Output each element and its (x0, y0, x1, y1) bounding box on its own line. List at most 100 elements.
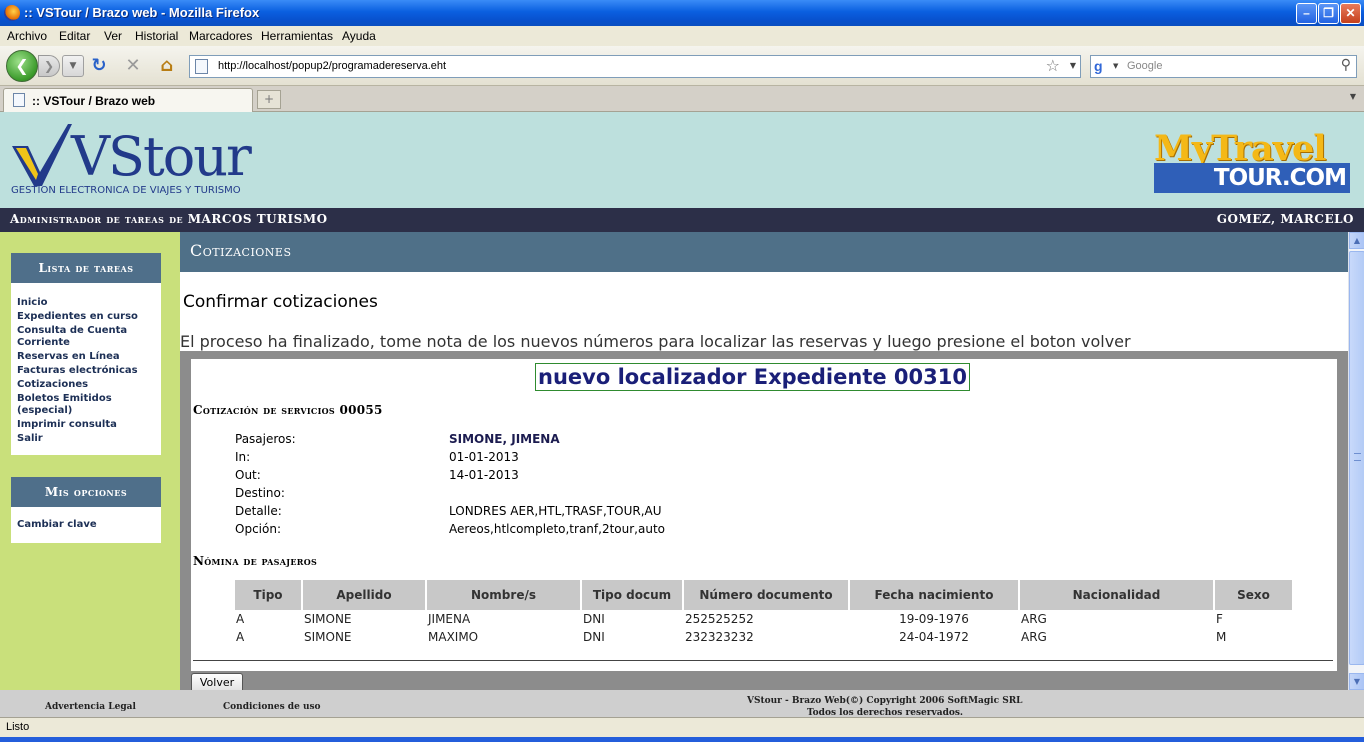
sidebar: Lista de tareas Inicio Expedientes en cu… (0, 232, 180, 690)
url-text[interactable]: http://localhost/popup2/programadereserv… (218, 60, 446, 72)
cotizacion-title: Cotización de servicios 00055 (193, 403, 383, 417)
table-cell: ARG (1021, 612, 1047, 626)
search-engine-dropdown-icon[interactable]: ▼ (1113, 62, 1118, 70)
tab-list-dropdown-icon[interactable]: ▼ (1346, 92, 1360, 106)
back-arrow-icon: ❮ (15, 56, 29, 75)
sidebar-item-imprimir[interactable]: Imprimir consulta (11, 419, 161, 431)
minimize-button[interactable]: – (1296, 3, 1317, 24)
forward-button[interactable]: ❯ (38, 55, 60, 77)
sidebar-item-salir[interactable]: Salir (11, 433, 161, 445)
detail-value-out: 14-01-2013 (449, 468, 519, 482)
table-header: Nacionalidad (1020, 580, 1213, 610)
scroll-up-icon[interactable]: ▲ (1349, 232, 1364, 249)
page-subtitle: Confirmar cotizaciones (183, 292, 378, 312)
sidebar-item-cotizaciones[interactable]: Cotizaciones (11, 379, 161, 391)
table-header: Tipo docum (582, 580, 682, 610)
home-icon: ⌂ (160, 55, 174, 76)
detail-label: Detalle: (235, 504, 282, 518)
menu-herramientas[interactable]: Herramientas (261, 29, 333, 43)
table-cell: 252525252 (685, 612, 754, 626)
firefox-logo-icon (4, 5, 20, 21)
back-button[interactable]: ❮ (6, 50, 38, 82)
stop-button[interactable]: ✕ (122, 55, 144, 77)
table-cell: A (236, 630, 245, 644)
forward-arrow-icon: ❯ (43, 59, 55, 73)
bookmark-star-icon[interactable]: ☆ (1046, 56, 1060, 75)
nomina-title: Nómina de pasajeros (193, 554, 318, 568)
table-cell: DNI (583, 630, 605, 644)
page-viewport: VStour GESTION ELECTRONICA DE VIAJES Y T… (0, 112, 1364, 717)
reload-button[interactable]: ↻ (88, 55, 110, 77)
mytravel-logo: MyTravel TOUR.COM (1154, 131, 1350, 195)
task-list-panel: Lista de tareas Inicio Expedientes en cu… (11, 253, 161, 455)
main-content: Cotizaciones Confirmar cotizaciones El p… (180, 232, 1348, 693)
tab-vstour[interactable]: :: VSTour / Brazo web (3, 88, 253, 112)
scroll-down-icon[interactable]: ▼ (1349, 673, 1364, 690)
divider (193, 660, 1333, 661)
page-icon (13, 93, 25, 107)
passenger-table: Tipo Apellido Nombre/s Tipo docum Número… (233, 580, 1294, 646)
table-cell: F (1216, 612, 1223, 626)
conditions-link[interactable]: Condiciones de uso (223, 702, 321, 712)
result-card: nuevo localizador Expediente 00310 Cotiz… (191, 359, 1337, 671)
menu-ayuda[interactable]: Ayuda (342, 29, 376, 43)
table-cell: MAXIMO (428, 630, 479, 644)
tab-label: :: VSTour / Brazo web (32, 94, 156, 108)
maximize-button[interactable]: ❐ (1318, 3, 1339, 24)
table-cell: 19-09-1976 (899, 612, 969, 626)
detail-value-detalle: LONDRES AER,HTL,TRASF,TOUR,AU (449, 504, 662, 518)
close-button[interactable]: ✕ (1340, 3, 1361, 24)
sidebar-item-inicio[interactable]: Inicio (11, 297, 161, 309)
table-header: Número documento (684, 580, 848, 610)
table-cell: DNI (583, 612, 605, 626)
sidebar-item-expedientes[interactable]: Expedientes en curso (11, 311, 161, 323)
site-footer: Advertencia Legal Condiciones de uso VSt… (0, 690, 1364, 717)
detail-value-pasajeros: SIMONE, JIMENA (449, 432, 560, 446)
search-icon[interactable]: ⚲ (1341, 57, 1351, 73)
detail-label: Out: (235, 468, 261, 482)
mytravel-logo-bottom: TOUR.COM (1154, 163, 1350, 193)
grip-icon (1354, 453, 1361, 461)
table-header: Apellido (303, 580, 425, 610)
menu-archivo[interactable]: Archivo (7, 29, 47, 43)
address-bar[interactable]: http://localhost/popup2/programadereserv… (189, 55, 1081, 78)
sidebar-item-facturas[interactable]: Facturas electrónicas (11, 365, 161, 377)
search-box[interactable]: g ▼ Google ⚲ (1090, 55, 1357, 78)
admin-title: Administrador de tareas de MARCOS TURISM… (10, 212, 328, 226)
google-icon[interactable]: g (1094, 58, 1111, 75)
table-row: A SIMONE MAXIMO DNI 232323232 24-04-1972… (235, 628, 1292, 646)
detail-value-in: 01-01-2013 (449, 450, 519, 464)
window-titlebar: :: VSTour / Brazo web - Mozilla Firefox … (0, 0, 1364, 26)
menu-historial[interactable]: Historial (135, 29, 178, 43)
menu-editar[interactable]: Editar (59, 29, 90, 43)
rights-text: Todos los derechos reservados. (807, 708, 964, 717)
status-text: Listo (6, 721, 30, 733)
search-input[interactable]: Google (1127, 60, 1162, 72)
reload-icon: ↻ (91, 55, 107, 76)
sidebar-item-cuenta-corriente[interactable]: Consulta de Cuenta Corriente (11, 325, 161, 349)
scroll-thumb[interactable] (1349, 251, 1364, 665)
table-header: Tipo (235, 580, 301, 610)
new-tab-button[interactable]: + (257, 90, 281, 109)
url-dropdown-icon[interactable]: ▼ (1070, 61, 1076, 70)
menu-ver[interactable]: Ver (104, 29, 122, 43)
windows-taskbar (0, 737, 1364, 742)
history-dropdown-button[interactable]: ▼ (62, 55, 84, 77)
vertical-scrollbar[interactable]: ▲ ▼ (1348, 232, 1364, 690)
navigation-toolbar: ❮ ❯ ▼ ↻ ✕ ⌂ http://localhost/popup2/prog… (0, 46, 1364, 86)
stop-icon: ✕ (125, 55, 141, 76)
legal-link[interactable]: Advertencia Legal (45, 702, 136, 712)
detail-label: Destino: (235, 486, 285, 500)
sidebar-item-cambiar-clave[interactable]: Cambiar clave (11, 519, 161, 531)
table-cell: M (1216, 630, 1227, 644)
menu-marcadores[interactable]: Marcadores (189, 29, 252, 43)
vstour-logo-subtitle: GESTION ELECTRONICA DE VIAJES Y TURISMO (11, 185, 241, 196)
sidebar-item-reservas[interactable]: Reservas en Línea (11, 351, 161, 363)
page-icon (195, 59, 208, 74)
window-title: :: VSTour / Brazo web - Mozilla Firefox (24, 5, 260, 20)
sidebar-item-boletos[interactable]: Boletos Emitidos (especial) (11, 393, 161, 417)
table-header: Sexo (1215, 580, 1292, 610)
tab-bar: :: VSTour / Brazo web + ▼ (0, 86, 1364, 112)
options-title: Mis opciones (11, 477, 161, 507)
home-button[interactable]: ⌂ (156, 55, 178, 77)
